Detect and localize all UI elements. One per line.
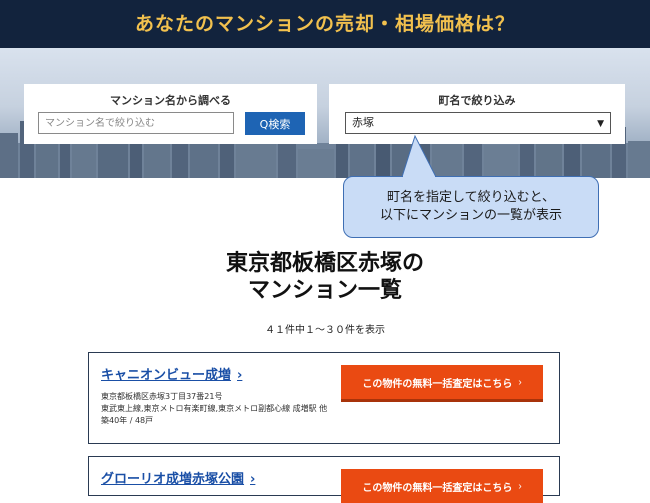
tooltip-line-2: 以下にマンションの一覧が表示	[379, 208, 562, 223]
listing-name-link[interactable]: グローリオ成増赤塚公園 ›	[101, 468, 255, 487]
callout-tooltip: 町名を指定して絞り込むと、 以下にマンションの一覧が表示	[343, 176, 599, 238]
tooltip-line-1: 町名を指定して絞り込むと、	[386, 190, 556, 205]
town-filter-panel: 町名で絞り込み 赤塚 ▼	[329, 84, 625, 144]
town-select[interactable]: 赤塚 ▼	[345, 112, 611, 134]
search-button-label: Q検索	[259, 117, 291, 131]
free-appraisal-button[interactable]: この物件の無料一括査定はこちら ›	[341, 365, 543, 399]
listing-access: 東武東上線,東京メトロ有楽町線,東京メトロ副都心線 成増駅 他	[101, 404, 328, 413]
free-appraisal-button[interactable]: この物件の無料一括査定はこちら ›	[341, 469, 543, 503]
cta-label: この物件の無料一括査定はこちら	[362, 482, 513, 494]
banner-title: あなたのマンションの売却・相場価格は？	[134, 13, 515, 35]
page-title-line-1: 東京都板橋区赤塚の	[225, 251, 424, 276]
mansion-name-input[interactable]	[38, 112, 234, 134]
listing-card: キャニオンビュー成増 › 東京都板橋区赤塚3丁目37番21号 東武東上線,東京メト…	[88, 352, 560, 444]
chevron-right-icon: ›	[518, 480, 522, 492]
result-count: ４１件中１～３０件を表示	[265, 325, 385, 336]
chevron-right-icon: ›	[518, 376, 522, 388]
listing-name: グローリオ成増赤塚公園	[101, 472, 245, 487]
listing-card: グローリオ成増赤塚公園 › この物件の無料一括査定はこちら ›	[88, 456, 560, 503]
page-title: 東京都板橋区赤塚の マンション一覧	[0, 250, 650, 304]
cta-label: この物件の無料一括査定はこちら	[362, 378, 513, 390]
listing-age-units: 築40年 / 48戸	[101, 416, 154, 425]
name-search-label: マンション名から調べる	[110, 94, 231, 107]
listing-details: 東京都板橋区赤塚3丁目37番21号 東武東上線,東京メトロ有楽町線,東京メトロ副…	[101, 391, 339, 427]
town-select-value: 赤塚	[352, 116, 374, 129]
listing-address: 東京都板橋区赤塚3丁目37番21号	[101, 392, 223, 401]
dropdown-caret-icon: ▼	[597, 119, 604, 129]
listing-name: キャニオンビュー成増	[101, 368, 232, 383]
top-banner: あなたのマンションの売却・相場価格は？	[0, 0, 650, 48]
chevron-right-icon: ›	[250, 472, 256, 487]
search-button[interactable]: Q検索	[245, 112, 305, 135]
name-search-panel: マンション名から調べる Q検索	[24, 84, 317, 144]
chevron-right-icon: ›	[237, 368, 243, 383]
town-filter-label: 町名で絞り込み	[438, 94, 516, 107]
page-title-line-2: マンション一覧	[247, 278, 402, 303]
listing-name-link[interactable]: キャニオンビュー成増 ›	[101, 364, 242, 383]
